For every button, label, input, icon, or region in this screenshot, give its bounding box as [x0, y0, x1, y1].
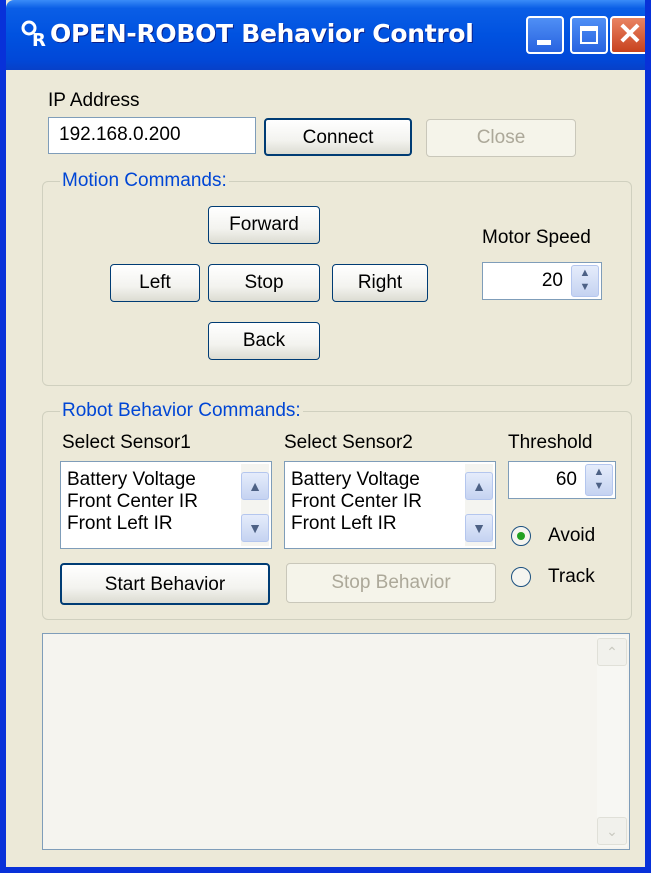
threshold-value: 60 [555, 469, 577, 490]
track-radio[interactable] [511, 567, 531, 587]
avoid-radio[interactable] [511, 526, 531, 546]
select-sensor2-label: Select Sensor2 [284, 432, 413, 453]
avoid-label[interactable]: Avoid [548, 524, 595, 548]
selected-dot [517, 532, 525, 540]
app-window: R OPEN-ROBOT Behavior Control ✕ IP Addre… [0, 0, 651, 873]
threshold-label: Threshold [508, 432, 593, 453]
right-button[interactable]: Right [332, 264, 428, 302]
motion-commands-title: Motion Commands: [60, 169, 229, 193]
output-textarea[interactable]: ⌃ ⌄ [42, 633, 630, 850]
minimize-icon [537, 40, 551, 45]
threshold-spinner[interactable]: 60 ▲ ▼ [508, 461, 616, 499]
close-window-button[interactable]: ✕ [610, 16, 645, 54]
forward-button[interactable]: Forward [208, 206, 320, 244]
motor-speed-spinner[interactable]: 20 ▲ ▼ [482, 262, 602, 300]
list-item[interactable]: Battery Voltage [67, 469, 196, 491]
ip-address-label: IP Address [48, 90, 140, 111]
ip-address-input[interactable]: 192.168.0.200 [48, 117, 256, 154]
minimize-button[interactable] [526, 16, 564, 54]
chevron-up-icon[interactable]: ▲ [465, 472, 493, 500]
back-button[interactable]: Back [208, 322, 320, 360]
sensor2-scrollbar[interactable]: ▲ ▼ [465, 464, 493, 546]
list-item[interactable]: Battery Voltage [291, 469, 420, 491]
window-title: OPEN-ROBOT Behavior Control [50, 19, 474, 48]
up-down-arrows-icon[interactable]: ▲ ▼ [585, 464, 613, 496]
chevron-up-icon[interactable]: ▲ [241, 472, 269, 500]
chevron-down-icon[interactable]: ▼ [241, 514, 269, 542]
close-icon: ✕ [617, 18, 643, 51]
select-sensor1-label: Select Sensor1 [62, 432, 191, 453]
left-button[interactable]: Left [110, 264, 200, 302]
list-item[interactable]: Front Center IR [67, 491, 198, 513]
list-item[interactable]: Front Left IR [67, 513, 173, 535]
start-behavior-button[interactable]: Start Behavior [60, 563, 270, 605]
sensor1-scrollbar[interactable]: ▲ ▼ [241, 464, 269, 546]
connect-button[interactable]: Connect [264, 118, 412, 156]
stop-button[interactable]: Stop [208, 264, 320, 302]
sensor2-listbox[interactable]: Battery Voltage Front Center IR Front Le… [284, 461, 496, 549]
motor-speed-label: Motor Speed [482, 227, 591, 248]
close-connection-button[interactable]: Close [426, 119, 576, 157]
chevron-down-icon[interactable]: ▼ [465, 514, 493, 542]
sensor1-listbox[interactable]: Battery Voltage Front Center IR Front Le… [60, 461, 272, 549]
list-item[interactable]: Front Left IR [291, 513, 397, 535]
svg-text:R: R [32, 30, 46, 49]
maximize-icon [580, 26, 598, 44]
maximize-button[interactable] [570, 16, 608, 54]
title-bar[interactable]: R OPEN-ROBOT Behavior Control ✕ [6, 0, 645, 70]
chevron-up-icon[interactable]: ⌃ [597, 638, 627, 666]
app-icon: R [20, 19, 48, 51]
chevron-down-icon[interactable]: ⌄ [597, 817, 627, 845]
list-item[interactable]: Front Center IR [291, 491, 422, 513]
up-down-arrows-icon[interactable]: ▲ ▼ [571, 265, 599, 297]
robot-behavior-title: Robot Behavior Commands: [60, 399, 303, 423]
stop-behavior-button[interactable]: Stop Behavior [286, 563, 496, 603]
track-label[interactable]: Track [548, 565, 595, 589]
output-scrollbar[interactable]: ⌃ ⌄ [597, 636, 627, 847]
motor-speed-value: 20 [541, 270, 563, 291]
